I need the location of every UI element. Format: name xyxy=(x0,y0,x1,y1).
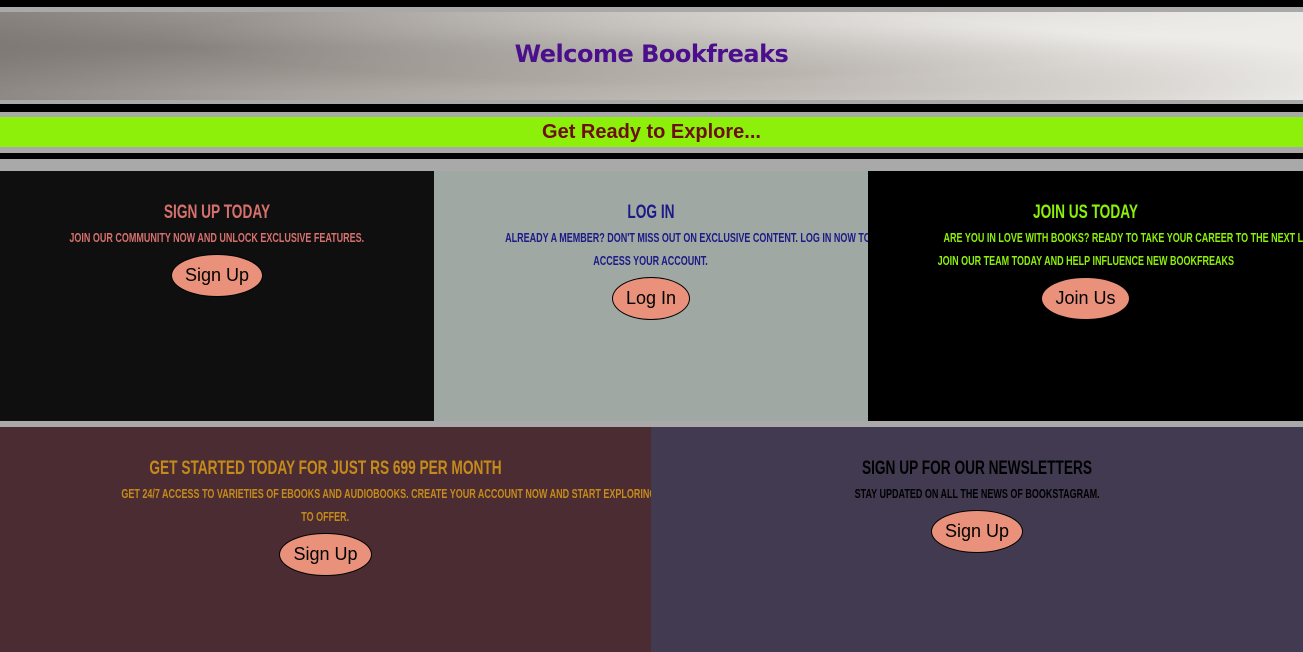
signup-card-text: Join our community now and unlock exclus… xyxy=(69,231,365,245)
top-border xyxy=(0,0,1303,7)
join-card: Join Us Today Are you in love with books… xyxy=(868,171,1303,421)
login-card: Log In Already a member? Don't miss out … xyxy=(434,171,871,421)
subscription-card: Get Started Today for just Rs 699 per mo… xyxy=(0,427,746,652)
header-divider xyxy=(0,104,1303,112)
signup-card-title: Sign Up Today xyxy=(163,202,271,223)
join-card-title: Join Us Today xyxy=(1033,202,1138,223)
banner-divider xyxy=(0,153,1303,159)
newsletter-card-title: Sign Up For Our Newsletters xyxy=(861,458,1093,479)
login-button[interactable]: Log In xyxy=(611,277,691,320)
subscription-card-text: Get 24/7 access to varieties of ebooks a… xyxy=(121,487,746,524)
join-card-text: Are you in love with books? Ready to tak… xyxy=(937,231,1303,268)
signup-card: Sign Up Today Join our community now and… xyxy=(0,171,434,421)
newsletter-signup-button[interactable]: Sign Up xyxy=(930,510,1024,553)
newsletter-card-text: Stay updated on all the news of bookstag… xyxy=(854,487,1100,501)
explore-banner: Get Ready to Explore... xyxy=(0,117,1303,147)
subscription-signup-button[interactable]: Sign Up xyxy=(279,533,372,576)
newsletter-card: Sign Up For Our Newsletters Stay updated… xyxy=(651,427,1303,652)
page-title: Welcome Bookfreaks xyxy=(514,40,789,68)
join-button[interactable]: Join Us xyxy=(1041,277,1130,320)
subscription-card-title: Get Started Today for just Rs 699 per mo… xyxy=(149,458,502,479)
login-card-text: Already a member? Don't miss out on excl… xyxy=(505,231,871,268)
header-banner: Welcome Bookfreaks xyxy=(0,12,1303,100)
login-card-title: Log In xyxy=(627,202,675,223)
signup-button[interactable]: Sign Up xyxy=(170,254,264,297)
explore-banner-text: Get Ready to Explore... xyxy=(542,120,761,143)
